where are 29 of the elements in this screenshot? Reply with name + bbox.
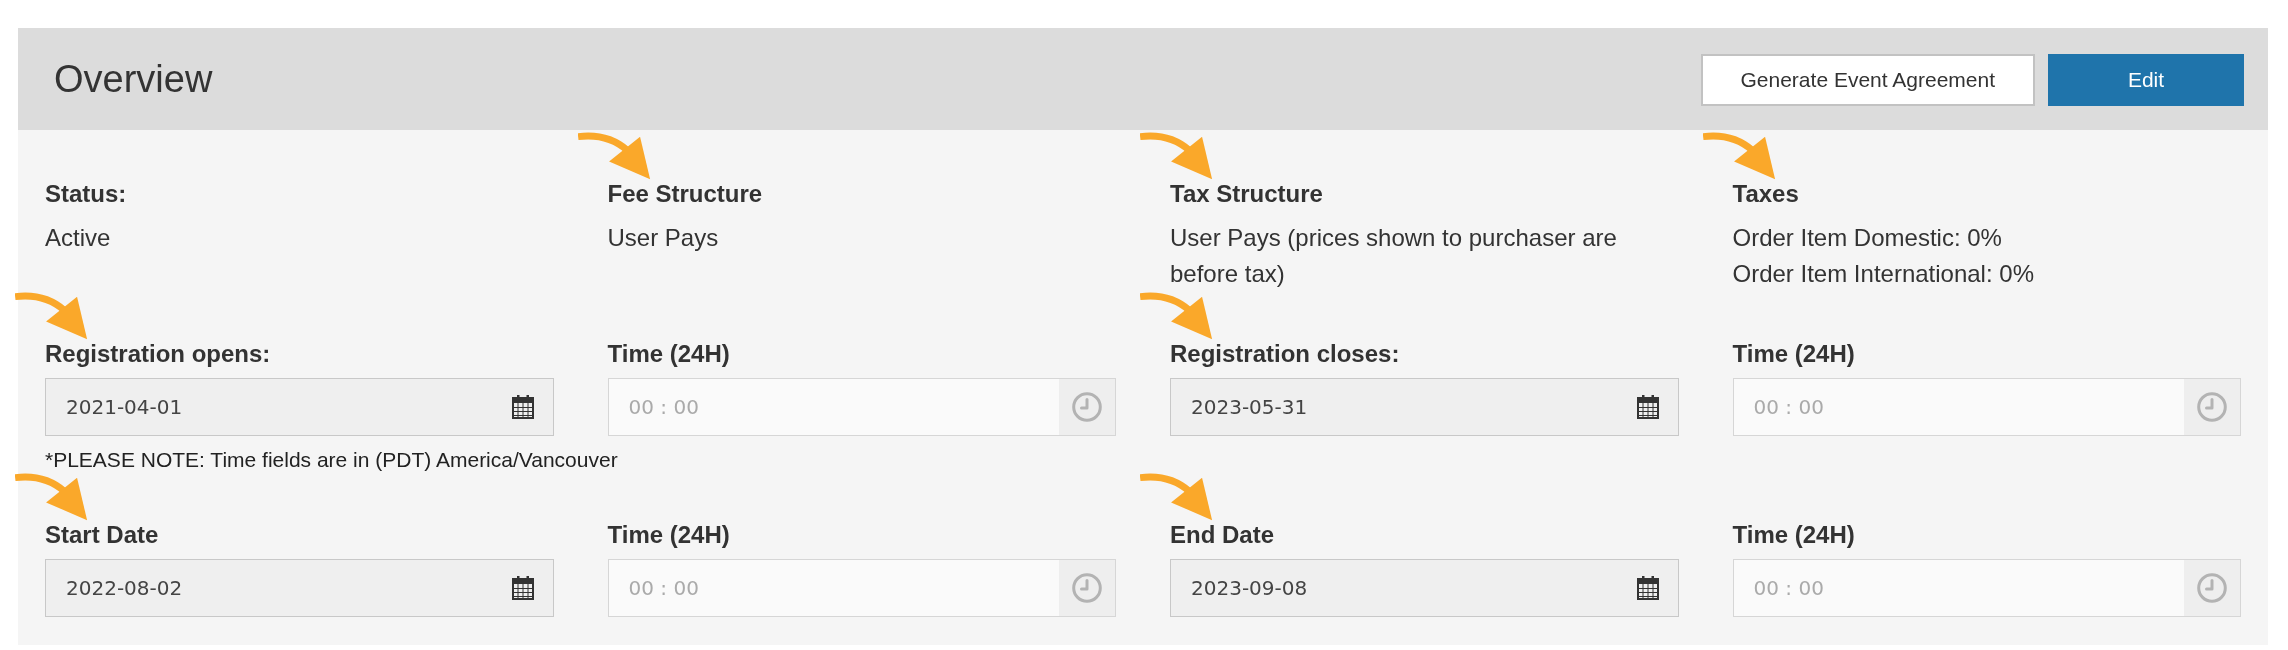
field-label: Registration opens: — [45, 340, 271, 367]
field-label: Time (24H) — [607, 521, 730, 548]
field-label: Start Date — [45, 521, 159, 548]
calendar-icon[interactable] — [1636, 576, 1659, 600]
timezone-note: *PLEASE NOTE: Time fields are in (PDT) America/Vancouver — [44, 447, 619, 473]
field-label: Time (24H) — [607, 340, 730, 367]
calendar-icon[interactable] — [1636, 395, 1659, 419]
panel-title: Overview — [54, 57, 213, 101]
field-value: Order Item Domestic: 0% — [1732, 223, 2003, 253]
field-label: Registration closes: — [1170, 340, 1400, 367]
agreement-button[interactable]: Generate Event Agreement — [1700, 54, 2035, 106]
calendar-icon[interactable] — [511, 395, 534, 419]
field-label: End Date — [1170, 521, 1274, 548]
field-value: User Pays (prices shown to purchaser are before tax) — [1170, 223, 1618, 289]
date-field[interactable]: 2021-04-01 — [45, 378, 554, 436]
field-label: Taxes — [1732, 180, 1799, 207]
date-field[interactable]: 2023-09-08 — [1170, 559, 1679, 617]
field-label: Fee Structure — [607, 180, 763, 207]
field-label: Status: — [45, 180, 127, 207]
field-value: User Pays — [607, 223, 720, 253]
date-field[interactable]: 2022-08-02 — [45, 559, 554, 617]
edit-button[interactable]: Edit — [2048, 54, 2244, 106]
date-field[interactable]: 2023-05-31 — [1170, 378, 1679, 436]
field-label: Tax Structure — [1170, 180, 1323, 207]
field-label: Time (24H) — [1732, 340, 1855, 367]
field-label: Time (24H) — [1732, 521, 1855, 548]
calendar-icon[interactable] — [511, 576, 534, 600]
field-value: Order Item International: 0% — [1732, 259, 2035, 289]
field-value: Active — [45, 223, 112, 253]
